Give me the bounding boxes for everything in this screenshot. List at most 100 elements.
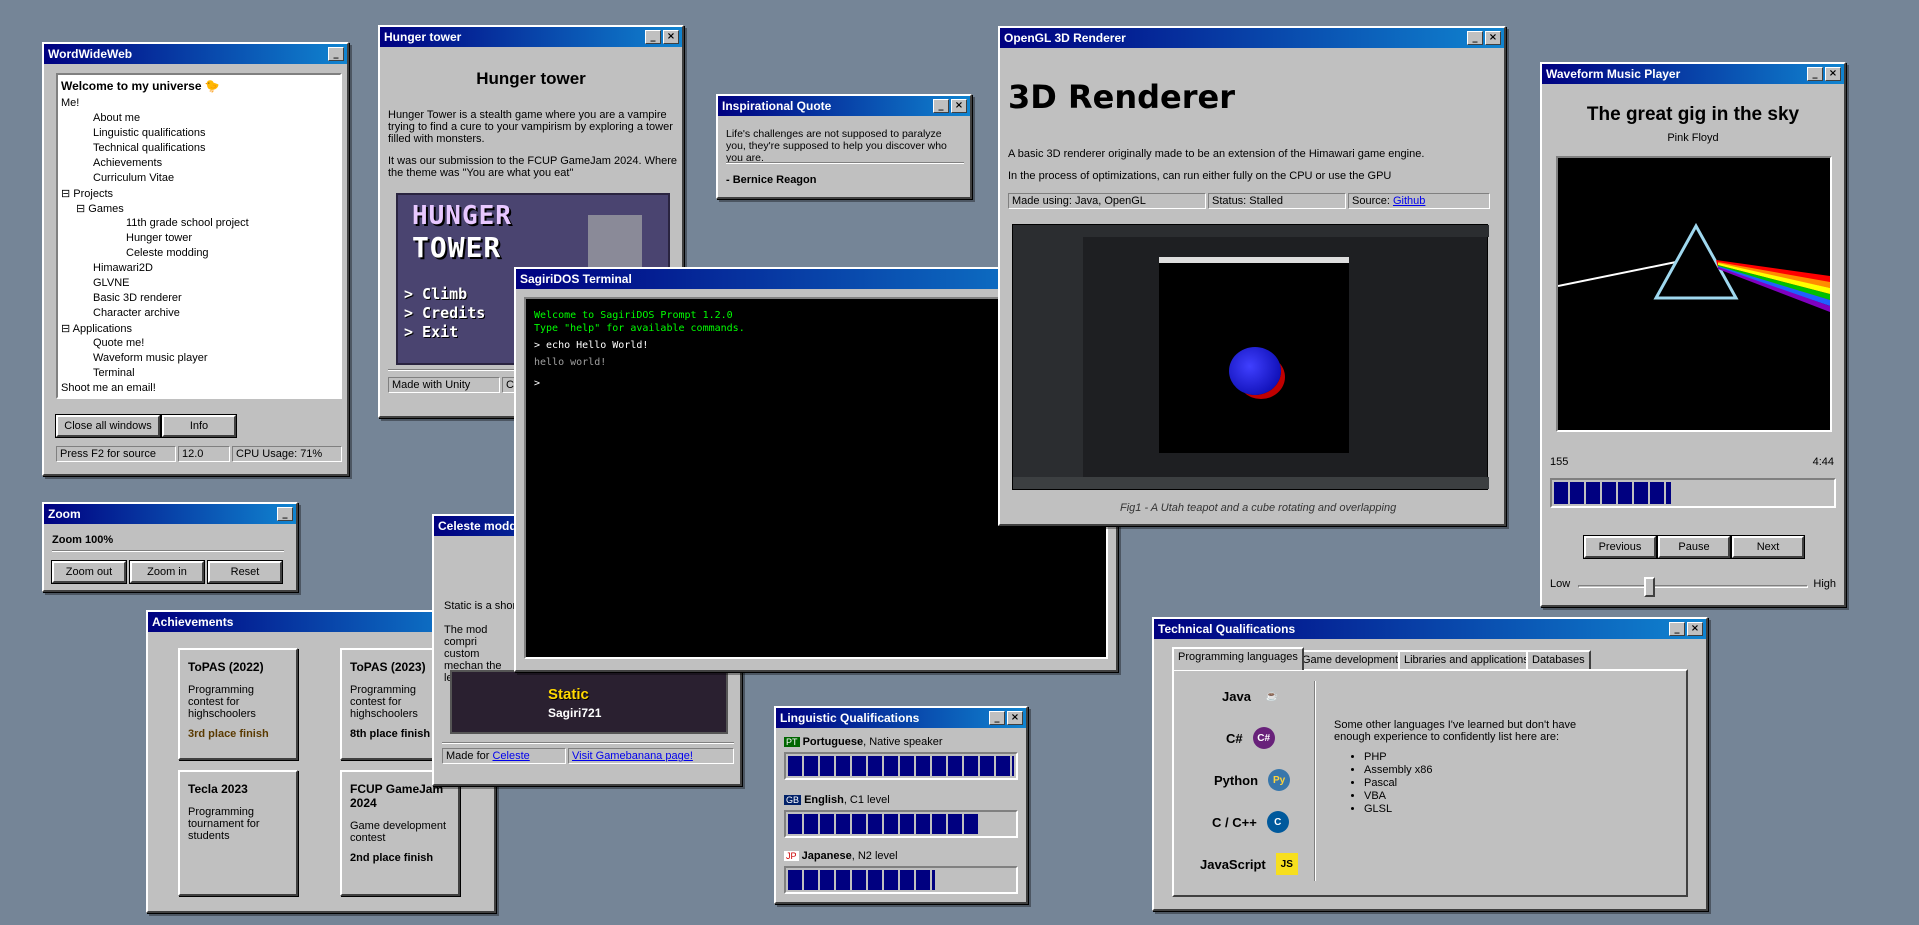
minimize-button[interactable]: _: [1807, 67, 1823, 81]
tree-item-me[interactable]: Me!: [61, 97, 79, 109]
minimize-button[interactable]: _: [1467, 31, 1483, 45]
title-bar[interactable]: OpenGL 3D Renderer _ ×: [1000, 28, 1504, 48]
tree-item-himawari[interactable]: Himawari2D: [93, 262, 153, 274]
close-button[interactable]: ×: [1007, 711, 1023, 725]
volume-slider-thumb[interactable]: [1643, 577, 1655, 597]
tree-item-archive[interactable]: Character archive: [93, 307, 180, 319]
minimize-button[interactable]: _: [645, 30, 661, 44]
tree-item-terminal[interactable]: Terminal: [93, 367, 135, 379]
tree-item-renderer[interactable]: Basic 3D renderer: [93, 292, 182, 304]
tab-libraries[interactable]: Libraries and applications: [1398, 650, 1535, 670]
title-bar[interactable]: Linguistic Qualifications _ ×: [776, 708, 1026, 728]
tree-item-email[interactable]: Shoot me an email!: [61, 382, 156, 394]
close-button[interactable]: ×: [1825, 67, 1841, 81]
list-item: PHP: [1364, 751, 1432, 764]
lang-label: GB English, C1 level: [784, 794, 890, 806]
minimize-button[interactable]: _: [1669, 622, 1685, 636]
zoom-in-button[interactable]: Zoom in: [130, 561, 204, 583]
close-button[interactable]: ×: [663, 30, 679, 44]
tree-item-games[interactable]: ⊟ Games: [76, 202, 124, 215]
title-bar[interactable]: Zoom _: [44, 504, 296, 524]
close-button[interactable]: ×: [1687, 622, 1703, 636]
tree-item-cv[interactable]: Curriculum Vitae: [93, 172, 174, 184]
card-title: Tecla 2023: [188, 782, 248, 796]
tree-item-hunger[interactable]: Hunger tower: [126, 232, 192, 244]
playback-progress[interactable]: [1550, 478, 1836, 508]
achievement-card: Tecla 2023 Programming tournament for stu…: [178, 770, 298, 896]
description: Hunger Tower is a stealth game where you…: [388, 109, 673, 145]
tree-item-player[interactable]: Waveform music player: [93, 352, 208, 364]
title-bar[interactable]: Inspirational Quote _ ×: [718, 96, 970, 116]
tree-item-about[interactable]: About me: [93, 112, 140, 124]
other-langs-text: Some other languages I've learned but do…: [1334, 719, 1577, 743]
menu-credits: > Credits: [404, 304, 486, 322]
other-langs-list: PHP Assembly x86 Pascal VBA GLSL: [1364, 751, 1432, 816]
rendered-teapot: [1229, 347, 1281, 395]
github-link[interactable]: Github: [1393, 195, 1425, 207]
lang-label: JP Japanese, N2 level: [784, 850, 898, 862]
description: A basic 3D renderer originally made to b…: [1008, 148, 1425, 160]
banner-title: Static: [548, 686, 589, 703]
tree-item-quote[interactable]: Quote me!: [93, 337, 144, 349]
music-player-window: Waveform Music Player _ × The great gig in…: [1540, 62, 1846, 607]
tree-item-applications[interactable]: ⊟ Applications: [61, 322, 132, 335]
wordwideweb-window: WordWideWeb _ Welcome to my universe 🐤 Me…: [42, 42, 349, 476]
quote-text: Life's challenges are not supposed to pa…: [726, 128, 947, 164]
list-item: GLSL: [1364, 803, 1432, 816]
next-button[interactable]: Next: [1732, 536, 1804, 558]
linguistic-window: Linguistic Qualifications _ × PT Portugues…: [774, 706, 1028, 904]
card-title: FCUP GameJam 2024: [350, 782, 444, 810]
celeste-link[interactable]: Celeste: [492, 750, 529, 762]
tree-item-technical[interactable]: Technical qualifications: [93, 142, 206, 154]
title-bar[interactable]: Waveform Music Player _ ×: [1542, 64, 1844, 84]
progress-fill: [788, 814, 981, 834]
lang-row: JavaScript JS: [1200, 853, 1298, 875]
previous-button[interactable]: Previous: [1584, 536, 1656, 558]
tree-item-achievements[interactable]: Achievements: [93, 157, 162, 169]
tab-databases[interactable]: Databases: [1526, 650, 1591, 670]
tree-item-glvne[interactable]: GLVNE: [93, 277, 129, 289]
tree-item-celeste[interactable]: Celeste modding: [126, 247, 209, 259]
minimize-button[interactable]: _: [989, 711, 1005, 725]
lang-progress: [784, 752, 1018, 780]
title-bar[interactable]: WordWideWeb _: [44, 44, 347, 64]
javascript-icon: JS: [1275, 853, 1298, 875]
title-bar[interactable]: Hunger tower _ ×: [380, 27, 682, 47]
tree-item-linguistic[interactable]: Linguistic qualifications: [93, 127, 206, 139]
time-total: 4:44: [1812, 456, 1834, 468]
close-button[interactable]: ×: [1485, 31, 1501, 45]
status-cpu: CPU Usage: 71%: [232, 446, 342, 462]
close-button[interactable]: ×: [951, 99, 967, 113]
title-bar[interactable]: Technical Qualifications _ ×: [1154, 619, 1706, 639]
achievement-card: ToPAS (2022) Programming contest for high…: [178, 648, 298, 760]
info-button[interactable]: Info: [162, 415, 236, 437]
gamebanana-link[interactable]: Visit Gamebanana page!: [572, 750, 693, 762]
java-icon: ☕: [1265, 690, 1279, 702]
divider: [442, 742, 734, 744]
tree-item-school[interactable]: 11th grade school project: [126, 217, 249, 229]
tree-item-projects[interactable]: ⊟ Projects: [61, 187, 113, 200]
list-item: Pascal: [1364, 777, 1432, 790]
reset-button[interactable]: Reset: [208, 561, 282, 583]
minimize-button[interactable]: _: [933, 99, 949, 113]
window-title: Hunger tower: [384, 30, 462, 44]
game-logo-top: HUNGER: [412, 201, 512, 231]
window-title: Technical Qualifications: [1158, 622, 1296, 636]
pause-button[interactable]: Pause: [1658, 536, 1730, 558]
lang-row: C / C++ C: [1212, 811, 1289, 833]
zoom-out-button[interactable]: Zoom out: [52, 561, 126, 583]
achievement-card: FCUP GameJam 2024 Game development contes…: [340, 770, 460, 896]
tab-programming-languages[interactable]: Programming languages: [1172, 647, 1304, 670]
list-item: Assembly x86: [1364, 764, 1432, 777]
status-version: 12.0: [178, 446, 230, 462]
window-title: Inspirational Quote: [722, 99, 832, 113]
volume-high-label: High: [1813, 578, 1836, 590]
prism-icon: [1557, 222, 1830, 312]
tab-game-development[interactable]: Game development: [1296, 650, 1404, 670]
game-logo-bottom: TOWER: [412, 231, 502, 264]
close-all-button[interactable]: Close all windows: [56, 415, 160, 437]
minimize-button[interactable]: _: [277, 507, 293, 521]
window-title: Waveform Music Player: [1546, 67, 1681, 81]
minimize-button[interactable]: _: [328, 47, 344, 61]
window-title: Achievements: [152, 615, 234, 629]
